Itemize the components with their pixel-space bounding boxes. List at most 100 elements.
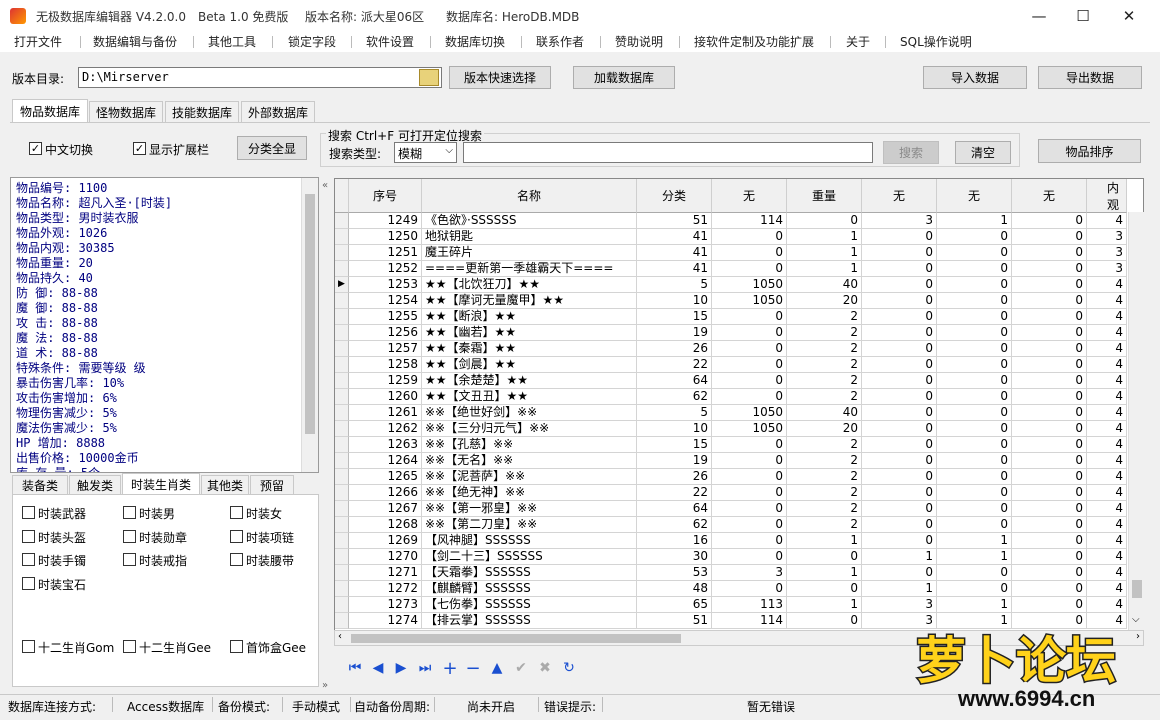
first-record-icon[interactable]: ⏮ <box>346 659 364 677</box>
grid-cell[interactable]: 1 <box>937 597 1012 613</box>
fashion-female-checkbox[interactable] <box>230 506 243 519</box>
grid-cell[interactable]: 0 <box>862 437 937 453</box>
menu-sponsor[interactable]: 赞助说明 <box>615 33 663 50</box>
tab-monster-db[interactable]: 怪物数据库 <box>89 101 163 122</box>
grid-cell[interactable]: 4 <box>1087 533 1127 549</box>
grid-cell[interactable]: ★★【文丑丑】★★ <box>422 389 637 405</box>
subtab-trigger[interactable]: 触发类 <box>69 475 121 495</box>
grid-cell[interactable]: 0 <box>712 357 787 373</box>
splitter-collapse-icon[interactable]: « <box>322 180 328 191</box>
next-record-icon[interactable]: ▶ <box>392 659 410 677</box>
grid-cell[interactable]: 0 <box>1012 213 1087 229</box>
grid-cell[interactable]: 1263 <box>349 437 422 453</box>
grid-cell[interactable]: 1 <box>787 229 862 245</box>
grid-cell[interactable]: 19 <box>637 453 712 469</box>
grid-cell[interactable]: 0 <box>1012 517 1087 533</box>
grid-cell[interactable]: 0 <box>937 581 1012 597</box>
fashion-medal-checkbox[interactable] <box>123 530 136 543</box>
grid-cell[interactable]: 0 <box>712 389 787 405</box>
row-selector[interactable] <box>335 245 349 261</box>
grid-cell[interactable]: 4 <box>1087 373 1127 389</box>
grid-cell[interactable]: 2 <box>787 469 862 485</box>
grid-cell[interactable]: 0 <box>1012 261 1087 277</box>
grid-cell[interactable]: 1 <box>787 533 862 549</box>
grid-cell[interactable]: 0 <box>787 213 862 229</box>
subtab-other[interactable]: 其他类 <box>201 475 249 495</box>
search-input[interactable] <box>463 142 873 163</box>
grid-cell[interactable]: 1 <box>787 565 862 581</box>
grid-vertical-scrollbar[interactable]: ⌵ <box>1128 212 1145 630</box>
grid-cell[interactable]: 2 <box>787 453 862 469</box>
grid-cell[interactable]: 1274 <box>349 613 422 629</box>
grid-cell[interactable]: ※※【绝世好剑】※※ <box>422 405 637 421</box>
grid-cell[interactable]: 0 <box>937 357 1012 373</box>
grid-cell[interactable]: 5 <box>637 405 712 421</box>
grid-cell[interactable]: 0 <box>862 293 937 309</box>
grid-cell[interactable]: 0 <box>712 309 787 325</box>
row-selector[interactable] <box>335 485 349 501</box>
grid-cell[interactable]: 4 <box>1087 549 1127 565</box>
grid-cell[interactable]: 【剑二十三】SSSSSS <box>422 549 637 565</box>
grid-cell[interactable]: 0 <box>1012 341 1087 357</box>
grid-cell[interactable]: ★★【秦霜】★★ <box>422 341 637 357</box>
minimize-button[interactable]: — <box>1016 0 1062 32</box>
grid-cell[interactable]: 0 <box>937 309 1012 325</box>
grid-cell[interactable]: ★★【断浪】★★ <box>422 309 637 325</box>
menu-db-switch[interactable]: 数据库切换 <box>445 33 505 50</box>
row-selector[interactable] <box>335 389 349 405</box>
grid-cell[interactable]: 62 <box>637 389 712 405</box>
row-selector[interactable] <box>335 405 349 421</box>
menu-other-tools[interactable]: 其他工具 <box>208 33 256 50</box>
grid-cell[interactable]: 1254 <box>349 293 422 309</box>
grid-cell[interactable]: 《色欲》·SSSSSS <box>422 213 637 229</box>
grid-cell[interactable]: 4 <box>1087 565 1127 581</box>
fashion-necklace-checkbox[interactable] <box>230 530 243 543</box>
grid-cell[interactable]: 51 <box>637 213 712 229</box>
grid-cell[interactable]: 2 <box>787 341 862 357</box>
grid-cell[interactable]: 魔王碎片 <box>422 245 637 261</box>
grid-cell[interactable]: 114 <box>712 613 787 629</box>
grid-cell[interactable]: 0 <box>1012 469 1087 485</box>
grid-cell[interactable]: 2 <box>787 501 862 517</box>
fashion-weapon-checkbox[interactable] <box>22 506 35 519</box>
grid-cell[interactable]: 1265 <box>349 469 422 485</box>
grid-cell[interactable]: 2 <box>787 309 862 325</box>
grid-cell[interactable]: 1271 <box>349 565 422 581</box>
grid-cell[interactable]: ====更新第一季雄霸天下==== <box>422 261 637 277</box>
grid-cell[interactable]: 2 <box>787 389 862 405</box>
grid-cell[interactable]: 0 <box>937 421 1012 437</box>
load-db-button[interactable]: 加载数据库 <box>573 66 675 89</box>
grid-cell[interactable]: ※※【无名】※※ <box>422 453 637 469</box>
grid-cell[interactable]: 0 <box>712 549 787 565</box>
grid-cell[interactable]: 0 <box>862 485 937 501</box>
grid-cell[interactable]: 15 <box>637 309 712 325</box>
grid-cell[interactable]: 15 <box>637 437 712 453</box>
grid-cell[interactable]: 0 <box>1012 405 1087 421</box>
grid-cell[interactable]: 1267 <box>349 501 422 517</box>
column-header[interactable]: 名称 <box>422 179 637 213</box>
column-header[interactable]: 分类 <box>637 179 712 213</box>
grid-cell[interactable]: 62 <box>637 517 712 533</box>
column-header[interactable]: 无 <box>862 179 937 213</box>
grid-cell[interactable]: 1256 <box>349 325 422 341</box>
row-selector[interactable] <box>335 613 349 629</box>
grid-cell[interactable]: 4 <box>1087 597 1127 613</box>
grid-cell[interactable]: 40 <box>787 405 862 421</box>
grid-cell[interactable]: 51 <box>637 613 712 629</box>
grid-cell[interactable]: ★★【剑晨】★★ <box>422 357 637 373</box>
grid-cell[interactable]: 1261 <box>349 405 422 421</box>
grid-cell[interactable]: 0 <box>862 325 937 341</box>
grid-cell[interactable]: 114 <box>712 213 787 229</box>
grid-cell[interactable]: 0 <box>937 293 1012 309</box>
grid-cell[interactable]: 0 <box>862 261 937 277</box>
grid-cell[interactable]: 0 <box>1012 421 1087 437</box>
grid-cell[interactable]: 10 <box>637 421 712 437</box>
clear-button[interactable]: 清空 <box>955 141 1011 164</box>
grid-cell[interactable]: 1260 <box>349 389 422 405</box>
grid-cell[interactable]: 0 <box>937 565 1012 581</box>
grid-cell[interactable]: 1266 <box>349 485 422 501</box>
grid-cell[interactable]: 0 <box>712 581 787 597</box>
grid-cell[interactable]: 48 <box>637 581 712 597</box>
row-selector[interactable] <box>335 565 349 581</box>
grid-cell[interactable]: 0 <box>937 341 1012 357</box>
